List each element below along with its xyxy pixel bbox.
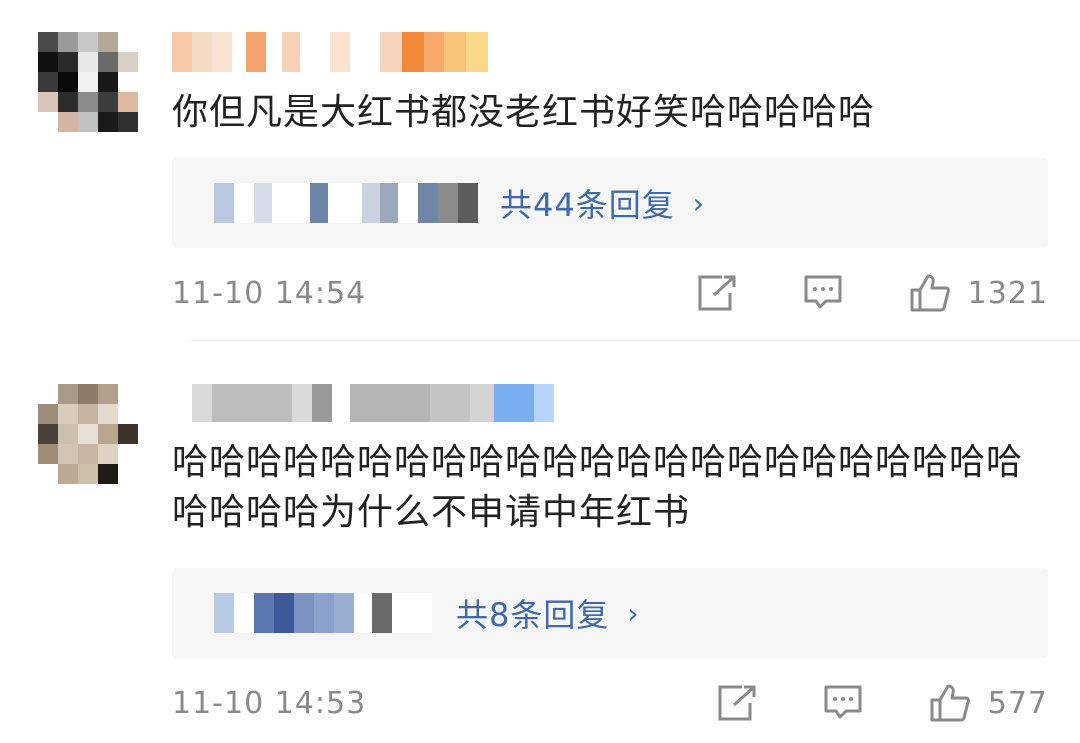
like-icon (910, 274, 950, 312)
share-icon (698, 275, 736, 311)
view-replies-link[interactable]: 共44条回复 › (500, 180, 705, 226)
view-replies-link[interactable]: 共8条回复 › (456, 590, 640, 636)
share-button[interactable] (696, 273, 738, 313)
comment-item: 你但凡是大红书都没老红书好笑哈哈哈哈哈 共44条回复 › 11-10 14:54 (0, 0, 1080, 340)
like-count: 577 (987, 685, 1048, 721)
username[interactable] (192, 384, 554, 422)
reply-button[interactable] (822, 683, 864, 723)
reply-preview[interactable]: 共44条回复 › (172, 158, 1048, 248)
comment-icon (824, 685, 862, 719)
comment-text: 哈哈哈哈哈哈哈哈哈哈哈哈哈哈哈哈哈哈哈哈哈哈哈哈哈哈哈为什么不申请中年红书 (172, 442, 1024, 533)
comment-actions: 577 (716, 682, 1048, 724)
timestamp: 11-10 14:53 (172, 685, 367, 721)
chevron-right-icon: › (692, 186, 705, 220)
reply-preview[interactable]: 共8条回复 › (172, 568, 1048, 658)
chevron-right-icon: › (627, 596, 640, 630)
replier-names (214, 183, 478, 223)
share-icon (718, 685, 756, 721)
view-replies-label: 共44条回复 (500, 186, 675, 224)
replier-names (214, 593, 432, 633)
like-count: 1321 (967, 275, 1048, 311)
comment-meta: 11-10 14:54 1321 (172, 268, 1048, 318)
comment-actions: 1321 (696, 272, 1048, 314)
like-button[interactable]: 577 (928, 682, 1048, 724)
view-replies-label: 共8条回复 (456, 596, 610, 634)
like-icon (930, 684, 970, 722)
timestamp: 11-10 14:54 (172, 275, 367, 311)
comment-meta: 11-10 14:53 577 (172, 678, 1048, 728)
avatar[interactable] (38, 32, 138, 132)
username[interactable] (172, 32, 488, 72)
reply-button[interactable] (802, 273, 844, 313)
comment-icon (804, 275, 842, 309)
avatar[interactable] (38, 384, 138, 484)
like-button[interactable]: 1321 (908, 272, 1048, 314)
comment-item: 哈哈哈哈哈哈哈哈哈哈哈哈哈哈哈哈哈哈哈哈哈哈哈哈哈哈哈为什么不申请中年红书 共8… (0, 340, 1080, 743)
share-button[interactable] (716, 683, 758, 723)
comment-text: 你但凡是大红书都没老红书好笑哈哈哈哈哈 (172, 92, 876, 133)
